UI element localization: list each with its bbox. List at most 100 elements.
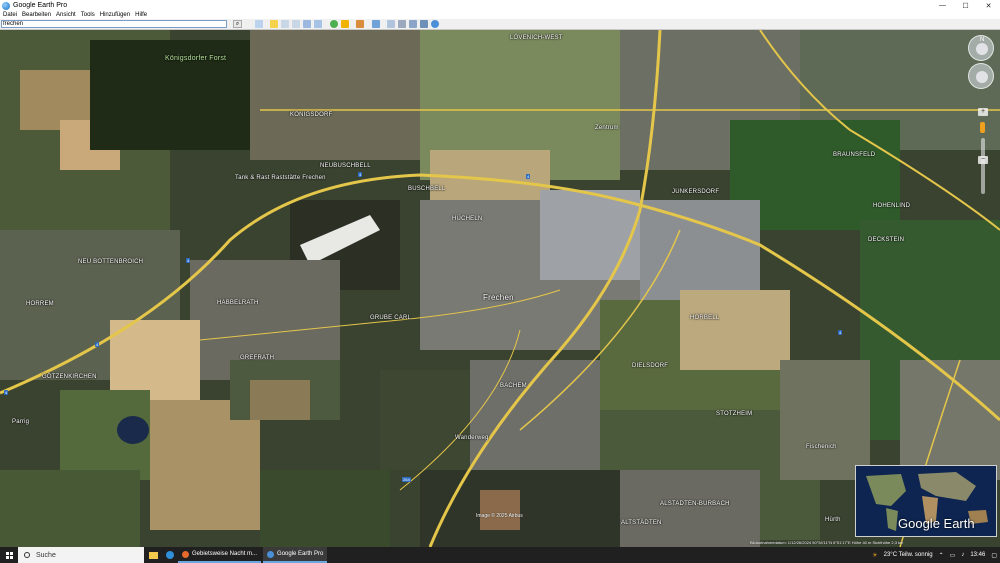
map-label[interactable]: ALSTADTEN-BURBACH [660, 501, 730, 507]
network-icon[interactable]: ▭ [950, 552, 956, 559]
close-icon[interactable]: ✕ [977, 0, 1000, 11]
menu-edit[interactable]: Bearbeiten [22, 12, 51, 18]
zoom-in-button[interactable]: + [978, 108, 988, 116]
map-label[interactable]: JUNKERSDORF [672, 189, 719, 195]
notification-icon[interactable]: ▢ [991, 552, 997, 559]
taskbar-app-label: Google Earth Pro [277, 551, 324, 557]
minimize-icon[interactable]: — [931, 0, 954, 11]
menu-tools[interactable]: Tools [81, 12, 95, 18]
taskbar-search[interactable]: Suche [18, 547, 144, 563]
record-tour-icon[interactable] [314, 20, 322, 28]
path-icon[interactable] [292, 20, 300, 28]
road-shield: 4 [526, 174, 531, 179]
search-button[interactable]: ⌕ [233, 20, 242, 28]
status-line: Bildaufnahmedatum: 1/12/26/2024 50°54'11… [750, 540, 904, 545]
map-label[interactable]: BRAUNSFELD [833, 152, 875, 158]
polygon-icon[interactable] [281, 20, 289, 28]
google-earth-icon [267, 550, 275, 558]
windows-icon [5, 551, 13, 559]
file-explorer-icon[interactable] [147, 547, 160, 563]
map-label[interactable]: Parrig [12, 419, 29, 425]
sidebar-toggle-icon[interactable] [255, 20, 263, 28]
map-label[interactable]: Frechen [483, 293, 514, 302]
map-label[interactable]: NEUBUSCHBELL [320, 163, 371, 169]
map-label[interactable]: BACHEM [500, 383, 527, 389]
map-label[interactable]: HOHENLIND [873, 203, 910, 209]
zoom-out-button[interactable]: − [978, 156, 988, 164]
taskbar: Suche Gebietsweise Nacht m... Google Ear… [0, 547, 1000, 563]
firefox-icon [182, 550, 189, 558]
map-label[interactable]: STOTZHEIM [716, 411, 752, 417]
map-label[interactable]: Zentrum [595, 125, 619, 131]
weather-icon[interactable]: ☀ [872, 552, 877, 559]
map-label[interactable]: GREFRATH [240, 355, 274, 361]
look-around-control[interactable]: N [968, 35, 994, 61]
menu-add[interactable]: Hinzufügen [100, 12, 130, 18]
satellite-imagery [0, 30, 1000, 547]
imagery-copyright: Image © 2025 Airbus [476, 513, 523, 519]
volume-icon[interactable]: ♪ [961, 552, 964, 558]
taskbar-app-label: Gebietsweise Nacht m... [192, 551, 258, 557]
map-label[interactable]: BUSCHBELL [408, 186, 445, 192]
overview-map[interactable]: Google Earth [855, 465, 997, 537]
planets-icon[interactable] [356, 20, 364, 28]
placemark-icon[interactable] [270, 20, 278, 28]
map-label[interactable]: HABBELRATH [217, 300, 259, 306]
map-label[interactable]: KÖNIGSDORF [290, 112, 332, 118]
map-label[interactable]: Hürth [825, 517, 841, 523]
clock[interactable]: 13:46 [970, 552, 985, 558]
menu-view[interactable]: Ansicht [56, 12, 76, 18]
move-control[interactable] [968, 63, 994, 89]
chevron-up-icon[interactable]: ⌃ [939, 552, 944, 559]
map-label[interactable]: DECKSTEIN [868, 237, 904, 243]
email-icon[interactable] [387, 20, 395, 28]
historical-imagery-icon[interactable] [330, 20, 338, 28]
maximize-icon[interactable]: ☐ [954, 0, 977, 11]
title-bar: Google Earth Pro — ☐ ✕ [0, 0, 1000, 11]
map-label[interactable]: Tank & Rast Raststätte Frechen [235, 175, 326, 181]
street-view-pegman-icon[interactable] [980, 122, 985, 133]
map-label[interactable]: Königsdorfer Forst [165, 55, 226, 62]
map-label[interactable]: NEU BOTTENBROICH [78, 259, 143, 265]
window-controls: — ☐ ✕ [931, 0, 1000, 11]
zoom-slider[interactable] [981, 138, 985, 194]
print-icon[interactable] [398, 20, 406, 28]
google-earth-logo: Google Earth [898, 516, 975, 531]
search-icon [24, 552, 30, 558]
menu-bar: Datei Bearbeiten Ansicht Tools Hinzufüge… [0, 11, 1000, 19]
map-view[interactable]: Königsdorfer Forst KÖNIGSDORF NEUBUSCHBE… [0, 30, 1000, 547]
search-input[interactable] [1, 20, 227, 28]
road-shield: 4 [186, 258, 191, 263]
map-label[interactable]: ALTSTÄDTEN [621, 520, 662, 526]
move-joystick-icon[interactable] [976, 71, 988, 83]
map-label[interactable]: HORREM [26, 301, 54, 307]
taskbar-app-firefox[interactable]: Gebietsweise Nacht m... [178, 547, 262, 563]
menu-file[interactable]: Datei [3, 12, 17, 18]
window-title: Google Earth Pro [13, 2, 68, 9]
road-shield: 264 [402, 477, 411, 482]
menu-help[interactable]: Hilfe [135, 12, 147, 18]
view-in-maps-icon[interactable] [420, 20, 428, 28]
map-label[interactable]: GÖTZENKIRCHEN [42, 374, 97, 380]
map-label[interactable]: HORBELL [690, 315, 719, 321]
weather-text[interactable]: 23°C Teilw. sonnig [884, 552, 933, 558]
taskbar-app-google-earth[interactable]: Google Earth Pro [263, 547, 328, 563]
map-label[interactable]: GRUBE CARL [370, 315, 411, 321]
look-joystick-icon[interactable] [976, 43, 988, 55]
start-button[interactable] [0, 547, 18, 563]
save-image-icon[interactable] [409, 20, 417, 28]
map-label[interactable]: LÖVENICH-WEST [510, 35, 563, 41]
google-earth-app-icon [2, 1, 10, 10]
ruler-icon[interactable] [372, 20, 380, 28]
edge-icon[interactable] [163, 547, 176, 563]
map-label[interactable]: HÜCHELN [452, 216, 482, 222]
sunlight-icon[interactable] [341, 20, 349, 28]
image-overlay-icon[interactable] [303, 20, 311, 28]
map-label[interactable]: DIELSDORF [632, 363, 668, 369]
road-shield: 4 [4, 390, 9, 395]
search-icon: ⌕ [235, 20, 240, 27]
map-label[interactable]: Wanderweg [455, 435, 489, 441]
map-label[interactable]: Fischenich [806, 444, 837, 450]
earth-icon[interactable] [431, 20, 439, 28]
system-tray: ☀ 23°C Teilw. sonnig ⌃ ▭ ♪ 13:46 ▢ [869, 547, 1000, 563]
